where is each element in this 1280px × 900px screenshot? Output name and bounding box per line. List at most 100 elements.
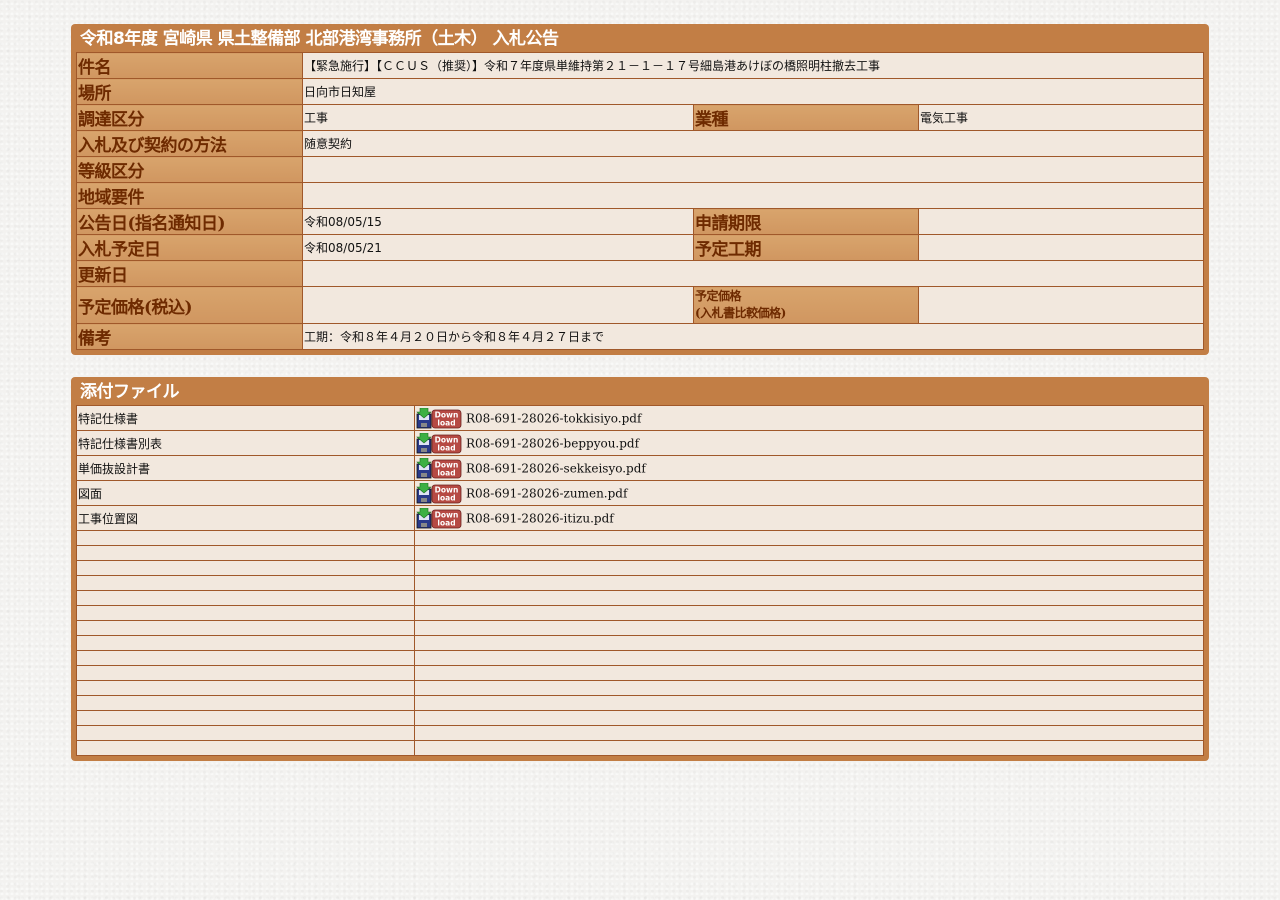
svg-text:load: load bbox=[437, 493, 455, 502]
download-button[interactable]: Down load bbox=[416, 482, 462, 504]
value-announce-date: 令和08/05/15 bbox=[302, 208, 694, 235]
attachment-empty-cell bbox=[76, 575, 415, 591]
attachment-empty-row bbox=[76, 650, 1204, 666]
attachment-filename[interactable]: R08-691-28026-zumen.pdf bbox=[466, 486, 627, 500]
value-region-req bbox=[302, 182, 1204, 209]
attachments-panel: 添付ファイル 特記仕様書 Down load R08-691-28026-tok… bbox=[71, 377, 1209, 761]
attachment-empty-cell bbox=[414, 695, 1204, 711]
download-icon: Down load bbox=[416, 507, 462, 528]
value-apply-deadline bbox=[918, 208, 1204, 235]
attachment-empty-cell bbox=[414, 680, 1204, 696]
attachments-table: 特記仕様書 Down load R08-691-28026-tokkisiyo.… bbox=[76, 405, 1204, 756]
row-remarks: 備考 工期：令和８年４月２０日から令和８年４月２７日まで bbox=[76, 323, 1204, 350]
attachment-empty-cell bbox=[76, 725, 415, 741]
label-subject: 件名 bbox=[76, 52, 303, 79]
attachment-empty-cell bbox=[76, 665, 415, 681]
row-bid-date: 入札予定日 令和08/05/21 予定工期 bbox=[76, 234, 1204, 261]
attachment-empty-cell bbox=[414, 530, 1204, 546]
attachment-filename[interactable]: R08-691-28026-sekkeisyo.pdf bbox=[466, 461, 646, 475]
download-icon: Down load bbox=[416, 432, 462, 453]
value-update-date bbox=[302, 260, 1204, 287]
attachment-empty-row bbox=[76, 530, 1204, 546]
label-region-req: 地域要件 bbox=[76, 182, 303, 209]
download-button[interactable]: Down load bbox=[416, 457, 462, 479]
attachment-empty-cell bbox=[414, 665, 1204, 681]
attachment-file-cell: Down load R08-691-28026-beppyou.pdf bbox=[414, 430, 1204, 456]
attachment-filename[interactable]: R08-691-28026-tokkisiyo.pdf bbox=[466, 411, 641, 425]
row-subject: 件名 【緊急施行】【ＣＣＵＳ（推奨）】令和７年度県単維持第２１－１－１７号細島港… bbox=[76, 52, 1204, 79]
attachment-name: 特記仕様書別表 bbox=[76, 430, 415, 456]
attachment-empty-row bbox=[76, 635, 1204, 651]
attachment-empty-row bbox=[76, 695, 1204, 711]
label-planned-price: 予定価格(税込) bbox=[76, 286, 303, 324]
value-industry: 電気工事 bbox=[918, 104, 1204, 131]
attachment-file-cell: Down load R08-691-28026-zumen.pdf bbox=[414, 480, 1204, 506]
attachment-row: 図面 Down load R08-691-28026-zumen.pdf bbox=[76, 480, 1204, 506]
attachment-empty-row bbox=[76, 665, 1204, 681]
value-bid-date: 令和08/05/21 bbox=[302, 234, 694, 261]
attachment-empty-cell bbox=[414, 620, 1204, 636]
attachment-filename[interactable]: R08-691-28026-beppyou.pdf bbox=[466, 436, 639, 450]
download-button[interactable]: Down load bbox=[416, 407, 462, 429]
attachment-empty-row bbox=[76, 605, 1204, 621]
attachment-empty-cell bbox=[76, 605, 415, 621]
attachments-title: 添付ファイル bbox=[80, 382, 180, 402]
attachment-empty-cell bbox=[76, 710, 415, 726]
label-announce-date: 公告日(指名通知日) bbox=[76, 208, 303, 235]
download-icon: Down load bbox=[416, 407, 462, 428]
label-planned-price-compare: 予定価格 (入札書比較価格) bbox=[693, 286, 919, 324]
label-industry: 業種 bbox=[693, 104, 919, 131]
attachment-empty-row bbox=[76, 620, 1204, 636]
label-bid-method: 入札及び契約の方法 bbox=[76, 130, 303, 157]
attachment-row: 特記仕様書 Down load R08-691-28026-tokkisiyo.… bbox=[76, 405, 1204, 431]
notice-title: 令和8年度 宮崎県 県土整備部 北部港湾事務所（土木） 入札公告 bbox=[80, 29, 559, 49]
row-update: 更新日 bbox=[76, 260, 1204, 287]
row-price: 予定価格(税込) 予定価格 (入札書比較価格) bbox=[76, 286, 1204, 324]
attachment-empty-cell bbox=[76, 620, 415, 636]
attachment-row: 単価抜設計書 Down load R08-691-28026-sekkeisyo… bbox=[76, 455, 1204, 481]
download-button[interactable]: Down load bbox=[416, 507, 462, 529]
label-procurement-type: 調達区分 bbox=[76, 104, 303, 131]
svg-text:load: load bbox=[437, 518, 455, 527]
attachment-file-cell: Down load R08-691-28026-sekkeisyo.pdf bbox=[414, 455, 1204, 481]
download-button[interactable]: Down load bbox=[416, 432, 462, 454]
attachment-name: 図面 bbox=[76, 480, 415, 506]
row-procurement: 調達区分 工事 業種 電気工事 bbox=[76, 104, 1204, 131]
svg-text:load: load bbox=[437, 468, 455, 477]
attachment-empty-row bbox=[76, 590, 1204, 606]
attachment-empty-cell bbox=[414, 590, 1204, 606]
attachment-row: 工事位置図 Down load R08-691-28026-itizu.pdf bbox=[76, 505, 1204, 531]
notice-table: 件名 【緊急施行】【ＣＣＵＳ（推奨）】令和７年度県単維持第２１－１－１７号細島港… bbox=[76, 52, 1204, 350]
row-bid-method: 入札及び契約の方法 随意契約 bbox=[76, 130, 1204, 157]
attachment-empty-cell bbox=[76, 740, 415, 756]
attachment-empty-cell bbox=[76, 695, 415, 711]
attachment-empty-cell bbox=[76, 650, 415, 666]
attachment-empty-cell bbox=[414, 710, 1204, 726]
label-planned-price-compare-line2: (入札書比較価格) bbox=[695, 306, 786, 320]
attachment-empty-cell bbox=[414, 575, 1204, 591]
value-subject: 【緊急施行】【ＣＣＵＳ（推奨）】令和７年度県単維持第２１－１－１７号細島港あけぼ… bbox=[302, 52, 1204, 79]
attachment-name: 工事位置図 bbox=[76, 505, 415, 531]
attachment-name: 特記仕様書 bbox=[76, 405, 415, 431]
attachment-file-cell: Down load R08-691-28026-itizu.pdf bbox=[414, 505, 1204, 531]
attachment-empty-cell bbox=[414, 740, 1204, 756]
attachment-file-cell: Down load R08-691-28026-tokkisiyo.pdf bbox=[414, 405, 1204, 431]
attachment-empty-cell bbox=[414, 560, 1204, 576]
attachment-filename[interactable]: R08-691-28026-itizu.pdf bbox=[466, 511, 614, 525]
attachment-empty-cell bbox=[414, 725, 1204, 741]
attachment-empty-row bbox=[76, 710, 1204, 726]
value-place: 日向市日知屋 bbox=[302, 78, 1204, 105]
attachment-name: 単価抜設計書 bbox=[76, 455, 415, 481]
row-grade: 等級区分 bbox=[76, 156, 1204, 183]
label-work-period: 予定工期 bbox=[693, 234, 919, 261]
svg-text:load: load bbox=[437, 443, 455, 452]
value-work-period bbox=[918, 234, 1204, 261]
attachment-empty-row bbox=[76, 725, 1204, 741]
attachment-empty-cell bbox=[76, 590, 415, 606]
label-place: 場所 bbox=[76, 78, 303, 105]
attachment-empty-cell bbox=[76, 680, 415, 696]
download-icon: Down load bbox=[416, 457, 462, 478]
label-grade: 等級区分 bbox=[76, 156, 303, 183]
row-region: 地域要件 bbox=[76, 182, 1204, 209]
attachment-empty-cell bbox=[76, 560, 415, 576]
